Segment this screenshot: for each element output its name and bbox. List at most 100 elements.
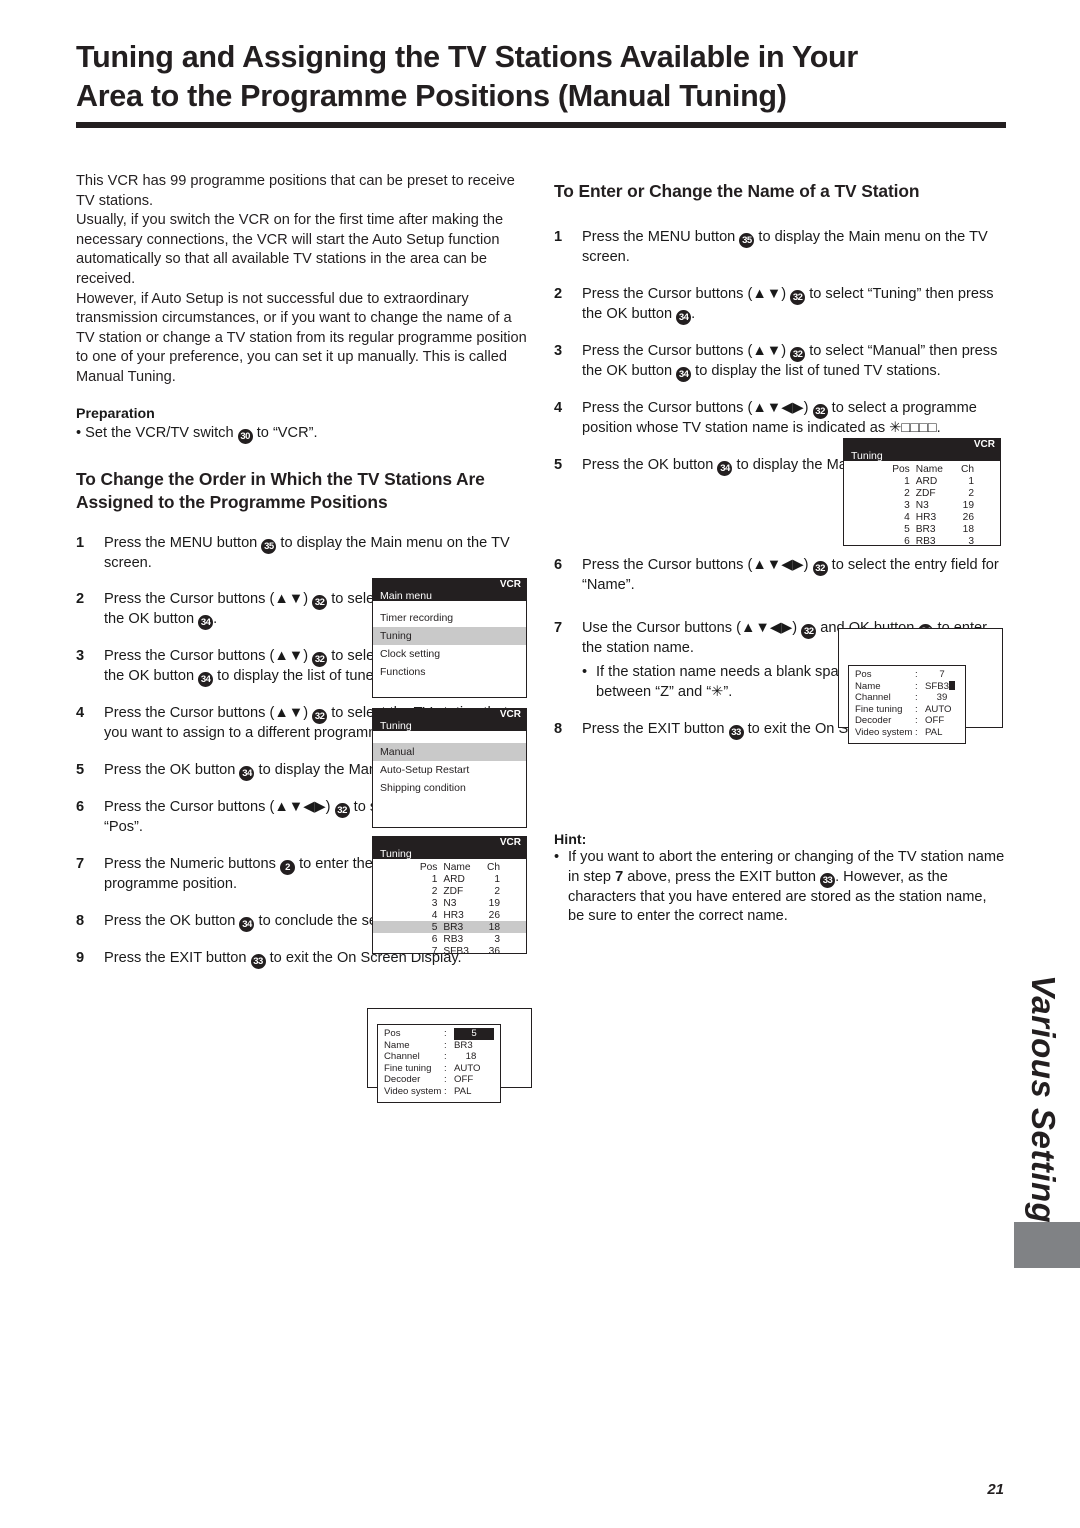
bullet-icon — [554, 848, 568, 927]
step-item: 3 Press the Cursor buttons (▲▼) 32 to se… — [554, 342, 1006, 382]
cell-ch: 26 — [488, 909, 500, 921]
manual-tuning-row[interactable]: Decoder: OFF — [855, 715, 959, 727]
col-header-ch: Ch — [486, 861, 500, 873]
cell-name: HR3 — [443, 909, 464, 921]
step-text-part: Press the MENU button — [582, 229, 740, 245]
manual-tuning-box: Pos:7 Name: SFB3 Channel:39 Fine tuning: A… — [848, 665, 966, 744]
page-number: 21 — [987, 1481, 1004, 1498]
tv-menu-item[interactable]: Clock setting — [373, 645, 526, 663]
manual-tuning-row[interactable]: Fine tuning: AUTO — [384, 1063, 494, 1075]
table-row[interactable]: 3 N3 19 — [373, 897, 526, 909]
field-label: Decoder — [855, 715, 892, 727]
table-row[interactable]: 1 ARD 1 — [844, 475, 1000, 487]
manual-tuning-row[interactable]: Pos:7 — [855, 669, 959, 681]
step-number: 1 — [76, 534, 85, 551]
cell-ch: 2 — [494, 885, 500, 897]
tv-menu-item-selected[interactable]: Tuning — [373, 627, 526, 645]
col-header-ch: Ch — [960, 463, 974, 475]
step-number: 3 — [76, 648, 85, 665]
hint-bullet: If you want to abort the entering or cha… — [554, 848, 1006, 927]
cell-ch: 3 — [494, 933, 500, 945]
key-badge: 34 — [676, 366, 692, 382]
tv-menu-item[interactable]: Functions — [373, 663, 526, 681]
hint-step-ref: 7 — [615, 868, 624, 885]
table-row-selected[interactable]: 5 BR3 18 — [373, 921, 526, 933]
step-item: 1 Press the MENU button 35 to display th… — [554, 228, 1006, 268]
manual-tuning-row[interactable]: Video system: PAL — [855, 727, 959, 739]
table-row[interactable]: 6 RB3 3 — [373, 933, 526, 945]
page-title-line-1: Tuning and Assigning the TV Stations Ava… — [76, 40, 858, 74]
left-section-heading: To Change the Order in Which the TV Stat… — [76, 468, 485, 512]
table-row[interactable]: 5 BR3 18 — [844, 523, 1000, 535]
step-text-part: . — [213, 611, 218, 628]
tv-titlebar: Tuning VCR — [373, 837, 526, 860]
hint-title: Hint: — [554, 831, 587, 848]
preparation-title: Preparation — [76, 405, 155, 422]
intro-paragraph-2: Usually, if you switch the VCR on for th… — [76, 212, 504, 287]
table-row[interactable]: 2 ZDF 2 — [373, 885, 526, 897]
table-row[interactable]: 7 SFB3 36 — [373, 945, 526, 954]
step-number: 7 — [554, 620, 563, 637]
cell-name: ZDF — [443, 885, 464, 897]
tv-titlebar: Main menu VCR — [373, 579, 526, 602]
step-text: Press the Cursor buttons (▲▼◀▶) 32 to se… — [582, 556, 1006, 596]
key-badge: 34 — [239, 766, 255, 782]
table-row[interactable]: 4 HR3 26 — [373, 909, 526, 921]
tv-screen-title: Tuning — [380, 720, 412, 732]
field-label: Decoder — [384, 1074, 421, 1086]
step-number: 3 — [554, 342, 563, 359]
step-text-part: Press the Cursor buttons (▲▼) — [582, 342, 791, 359]
tv-screen-main-menu: Main menu VCR Timer recording Tuning Clo… — [372, 578, 527, 698]
field-value: AUTO — [454, 1062, 481, 1074]
tv-menu-item[interactable]: Timer recording — [373, 609, 526, 627]
manual-tuning-row[interactable]: Channel:39 — [855, 692, 959, 704]
hint-text: If you want to abort the entering or cha… — [568, 848, 1006, 927]
manual-tuning-row[interactable]: Fine tuning: AUTO — [855, 704, 959, 716]
step-number: 9 — [76, 949, 85, 966]
step-number: 1 — [554, 229, 563, 245]
key-badge: 32 — [334, 803, 350, 819]
field-label: Fine tuning — [384, 1062, 432, 1074]
key-badge: 34 — [198, 615, 214, 631]
tv-screen-tuning-menu: Tuning VCR Manual Auto-Setup Restart Shi… — [372, 708, 527, 828]
table-row[interactable]: 6 RB3 3 — [844, 535, 1000, 546]
manual-tuning-row[interactable]: Name: SFB3 — [855, 680, 959, 693]
step-text-part: Press the OK button — [582, 456, 718, 473]
manual-tuning-row[interactable]: Video system: PAL — [384, 1086, 494, 1098]
table-row[interactable]: 4 HR3 26 — [844, 511, 1000, 523]
preparation-text-pre: Set the VCR/TV switch — [85, 424, 234, 441]
step-text-part: Press the Cursor buttons (▲▼) — [582, 285, 791, 302]
tv-menu-item-selected[interactable]: Manual — [373, 743, 526, 761]
manual-tuning-row[interactable]: Decoder: OFF — [384, 1074, 494, 1086]
manual-tuning-row[interactable]: Pos:5 — [384, 1028, 494, 1040]
step-text-part: Press the Cursor buttons (▲▼) — [104, 591, 313, 608]
right-section-heading: To Enter or Change the Name of a TV Stat… — [554, 181, 920, 201]
bullet-icon — [76, 425, 81, 441]
step-text-part: Press the OK button — [104, 912, 240, 929]
preparation-text-post: to “VCR”. — [256, 424, 318, 441]
step-text: Press the MENU button 35 to display the … — [104, 534, 528, 574]
key-badge: 32 — [312, 709, 328, 725]
step-number: 2 — [76, 591, 85, 608]
step-text-part: Press the MENU button — [104, 534, 262, 551]
key-badge-30: 30 — [237, 428, 253, 444]
tv-menu-item[interactable]: Auto-Setup Restart — [373, 761, 526, 779]
cell-name: N3 — [915, 499, 929, 511]
cell-ch: 19 — [488, 897, 500, 909]
table-row[interactable]: 2 ZDF 2 — [844, 487, 1000, 499]
field-value: SFB3 — [925, 680, 949, 692]
manual-tuning-row[interactable]: Channel:18 — [384, 1051, 494, 1063]
cell-ch: 26 — [962, 511, 974, 523]
cell-pos: 3 — [431, 897, 438, 909]
key-badge: 34 — [717, 460, 733, 476]
manual-tuning-row[interactable]: Name: BR3 — [384, 1040, 494, 1052]
cell-name: BR3 — [443, 921, 484, 933]
step-number: 6 — [76, 799, 85, 816]
tv-screen-manual-tuning-right: Pos:7 Name: SFB3 Channel:39 Fine tuning: A… — [838, 628, 1003, 744]
cell-name: ARD — [443, 873, 465, 885]
tv-menu-item[interactable]: Shipping condition — [373, 779, 526, 797]
step-text-part: . — [691, 305, 696, 322]
table-row[interactable]: 1 ARD 1 — [373, 873, 526, 885]
table-row[interactable]: 3 N3 19 — [844, 499, 1000, 511]
key-badge: 34 — [198, 672, 214, 688]
